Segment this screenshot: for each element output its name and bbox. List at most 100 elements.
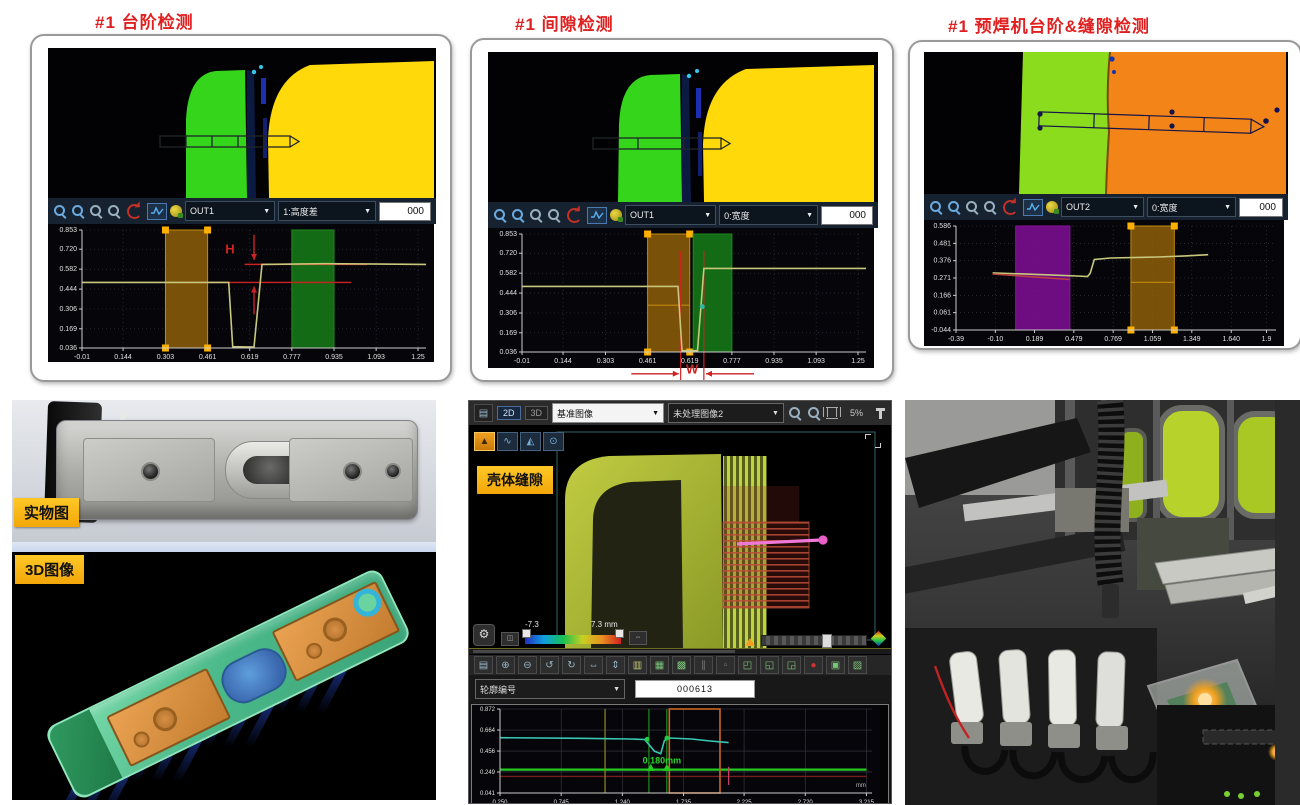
- zoom-out-icon[interactable]: [947, 200, 962, 215]
- refresh-icon[interactable]: [127, 204, 142, 219]
- contour-chart[interactable]: 0.180mmmm0.8720.6640.4560.2490.0410.2500…: [472, 705, 888, 804]
- range-expand-icon[interactable]: ⇔: [629, 631, 647, 645]
- output-select-value: OUT1: [630, 210, 654, 220]
- tool-tag-icon[interactable]: [610, 209, 622, 221]
- profile-row-icon[interactable]: ▦: [650, 656, 669, 674]
- gear-icon[interactable]: ⚙: [473, 624, 495, 646]
- profile-chart-step[interactable]: H0.8530.7200.5820.4440.3060.1690.036-0.0…: [48, 224, 436, 367]
- output-select[interactable]: OUT1: [625, 205, 716, 225]
- output-select-value: OUT2: [1066, 202, 1090, 212]
- measure-mode-select[interactable]: 0:宽度: [1147, 197, 1236, 217]
- export-icon[interactable]: ▣: [826, 656, 845, 674]
- measure-grid-icon[interactable]: ▥: [628, 656, 647, 674]
- region-bot-icon[interactable]: ◲: [782, 656, 801, 674]
- fullscreen-icon[interactable]: [865, 434, 881, 448]
- svg-text:0.041: 0.041: [480, 791, 496, 797]
- contour-number-select[interactable]: 轮廓编号: [475, 679, 625, 699]
- zoom-fit-icon[interactable]: [89, 204, 104, 219]
- view-3d-icon[interactable]: ◭: [520, 432, 541, 451]
- processed-image-select[interactable]: 未处理图像2: [668, 403, 784, 423]
- record-icon[interactable]: ●: [804, 656, 823, 674]
- view-scroll-strip[interactable]: [469, 649, 891, 654]
- profile-chart-gap[interactable]: W0.8530.7200.5820.4440.3060.1690.036-0.0…: [488, 228, 878, 382]
- output-select-value: OUT1: [190, 206, 214, 216]
- measure-mode-select[interactable]: 0:宽度: [719, 205, 818, 225]
- measure-mode-select[interactable]: 1:高度差: [278, 201, 376, 221]
- region-mid-icon[interactable]: ◱: [760, 656, 779, 674]
- rotate-cw-icon[interactable]: ↻: [562, 656, 581, 674]
- profile-view-icon[interactable]: [587, 207, 607, 224]
- frame-icon[interactable]: ▫: [716, 656, 735, 674]
- svg-text:0.036: 0.036: [499, 349, 517, 356]
- zoom-in-icon[interactable]: [929, 200, 944, 215]
- zoom-in-icon[interactable]: [788, 406, 803, 421]
- svg-text:0.619: 0.619: [241, 354, 259, 361]
- palette-icon[interactable]: ▨: [848, 656, 867, 674]
- profile-col-icon[interactable]: ▩: [672, 656, 691, 674]
- output-select[interactable]: OUT1: [185, 201, 275, 221]
- region-top-icon[interactable]: ◰: [738, 656, 757, 674]
- measure-value-field[interactable]: 000: [1239, 198, 1283, 217]
- zoom-out-icon[interactable]: ⊖: [518, 656, 537, 674]
- tool-tag-icon[interactable]: [170, 205, 182, 217]
- software-top-toolbar: ▤ 2D 3D 基准图像 未处理图像2 5%: [469, 401, 891, 426]
- svg-text:0.935: 0.935: [325, 354, 343, 361]
- svg-text:0.769: 0.769: [1104, 336, 1122, 343]
- refresh-icon[interactable]: [567, 208, 582, 223]
- vision-toolbar-gap: OUT1 0:宽度 000: [488, 202, 878, 228]
- profile-view-icon[interactable]: [147, 203, 167, 220]
- tab-3d[interactable]: 3D: [525, 406, 549, 420]
- palette-diamond-icon[interactable]: [871, 631, 887, 647]
- horizontal-scrollbar[interactable]: [761, 635, 867, 646]
- layout-icon[interactable]: ▤: [474, 404, 493, 422]
- tool-tag-icon[interactable]: [1046, 201, 1058, 213]
- refresh-icon[interactable]: [1003, 200, 1018, 215]
- zoom-out-icon[interactable]: [511, 208, 526, 223]
- threed-label: 3D图像: [15, 555, 84, 584]
- svg-text:1.25: 1.25: [851, 358, 865, 365]
- shell-gap-label: 壳体缝隙: [477, 466, 553, 494]
- svg-text:0.166: 0.166: [933, 292, 951, 299]
- output-select[interactable]: OUT2: [1061, 197, 1144, 217]
- svg-text:0.144: 0.144: [114, 354, 132, 361]
- scale-v-icon[interactable]: ⇕: [606, 656, 625, 674]
- zoom-in-icon[interactable]: [493, 208, 508, 223]
- view-height-icon[interactable]: ▲: [474, 432, 495, 451]
- zoom-region-icon[interactable]: [983, 200, 998, 215]
- machine-scene: [905, 400, 1300, 805]
- svg-text:0.853: 0.853: [59, 227, 77, 234]
- view-tool-icon[interactable]: ⊙: [543, 432, 564, 451]
- height-colorbar[interactable]: [525, 635, 621, 644]
- view-profile-icon[interactable]: ∿: [497, 432, 518, 451]
- svg-text:0.180mm: 0.180mm: [643, 755, 682, 765]
- pin-icon[interactable]: [879, 408, 882, 419]
- scale-h-icon[interactable]: ⇔: [584, 656, 603, 674]
- page-layout-icon[interactable]: ▤: [474, 656, 493, 674]
- measure-value-field[interactable]: 000: [821, 206, 873, 225]
- range-min-label: -7.3: [525, 620, 539, 629]
- svg-text:0.586: 0.586: [933, 223, 951, 230]
- heightmap-scene: [924, 52, 1286, 194]
- zoom-region-icon[interactable]: [107, 204, 122, 219]
- reference-image-select[interactable]: 基准图像: [552, 403, 664, 423]
- zoom-fit-icon[interactable]: [965, 200, 980, 215]
- zoom-out-icon[interactable]: [71, 204, 86, 219]
- fit-screen-icon[interactable]: [826, 407, 838, 419]
- svg-text:0.061: 0.061: [933, 310, 951, 317]
- zoom-in-icon[interactable]: [53, 204, 68, 219]
- rotate-ccw-icon[interactable]: ↺: [540, 656, 559, 674]
- svg-text:0.720: 0.720: [59, 246, 77, 253]
- zoom-region-icon[interactable]: [547, 208, 562, 223]
- measure-mode-value: 0:宽度: [724, 209, 750, 222]
- machine-photo: [905, 400, 1300, 805]
- profile-chart-preweld[interactable]: 0.5860.4810.3760.2710.1660.061-0.044-0.3…: [924, 220, 1288, 350]
- colorbar-mode-icon[interactable]: ◫: [501, 632, 519, 646]
- contour-number-field[interactable]: 000613: [635, 680, 755, 698]
- tab-2d[interactable]: 2D: [497, 406, 521, 420]
- zoom-fit-icon[interactable]: [529, 208, 544, 223]
- pause-icon[interactable]: ∥: [694, 656, 713, 674]
- zoom-in-icon[interactable]: ⊕: [496, 656, 515, 674]
- zoom-out-icon[interactable]: [807, 406, 822, 421]
- profile-view-icon[interactable]: [1023, 199, 1043, 216]
- measure-value-field[interactable]: 000: [379, 202, 431, 221]
